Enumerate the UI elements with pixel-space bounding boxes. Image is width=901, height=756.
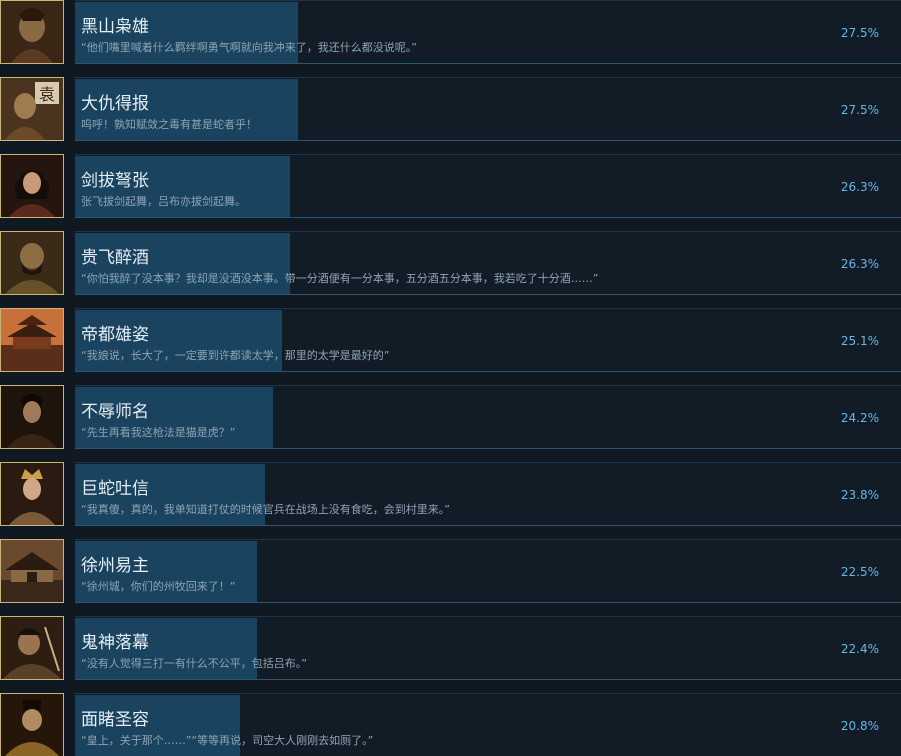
achievement-bar: 大仇得报 呜呼！孰知赋敛之毒有甚是蛇者乎！ 27.5%	[75, 77, 901, 141]
armored-general-portrait-icon: 袁	[0, 77, 64, 141]
unlock-percent: 20.8%	[840, 719, 879, 733]
achievement-description: “我娘说，长大了，一定要到许都读太学，那里的太学是最好的”	[81, 349, 390, 362]
unlock-percent: 25.1%	[840, 334, 879, 348]
achievement-description: “徐州城，你们的州牧回来了！”	[81, 580, 236, 593]
achievement-title: 黑山枭雄	[81, 17, 149, 37]
achievement-row[interactable]: 帝都雄姿 “我娘说，长大了，一定要到许都读太学，那里的太学是最好的” 25.1%	[0, 308, 901, 374]
robed-minister-portrait-icon	[0, 693, 64, 756]
lady-portrait-icon	[0, 154, 64, 218]
achievement-bar: 帝都雄姿 “我娘说，长大了，一定要到许都读太学，那里的太学是最好的” 25.1%	[75, 308, 901, 372]
achievement-description: “你怕我醉了没本事？我却是没酒没本事。带一分酒便有一分本事，五分酒五分本事，我若…	[81, 272, 599, 285]
city-fortress-icon	[0, 539, 64, 603]
achievement-title: 面睹圣容	[81, 710, 149, 730]
achievement-title: 贵飞醉酒	[81, 248, 149, 268]
unlock-percent: 27.5%	[840, 26, 879, 40]
svg-text:袁: 袁	[39, 85, 55, 104]
achievement-description: “没有人觉得三打一有什么不公平，包括吕布。”	[81, 657, 307, 670]
unlock-percent: 26.3%	[840, 180, 879, 194]
achievement-bar: 黑山枭雄 “他们嘴里喊着什么羁绊啊勇气啊就向我冲来了，我还什么都没说呢。” 27…	[75, 0, 901, 64]
achievement-row[interactable]: 徐州易主 “徐州城，你们的州牧回来了！” 22.5%	[0, 539, 901, 605]
crowned-lady-portrait-icon	[0, 462, 64, 526]
achievement-description: “皇上，关于那个……”“等等再说，司空大人刚刚去如厕了。”	[81, 734, 374, 747]
achievement-title: 徐州易主	[81, 556, 149, 576]
achievement-description: 呜呼！孰知赋敛之毒有甚是蛇者乎！	[81, 118, 257, 131]
achievement-row[interactable]: 鬼神落幕 “没有人觉得三打一有什么不公平，包括吕布。” 22.4%	[0, 616, 901, 682]
fallen-warlord-portrait-icon	[0, 616, 64, 680]
achievement-row[interactable]: 不辱师名 “先生再看我这枪法是猫是虎？” 24.2%	[0, 385, 901, 451]
warlord-portrait-icon	[0, 0, 64, 64]
young-warrior-portrait-icon	[0, 385, 64, 449]
bearded-warrior-portrait-icon	[0, 231, 64, 295]
unlock-percent: 26.3%	[840, 257, 879, 271]
achievement-bar: 鬼神落幕 “没有人觉得三打一有什么不公平，包括吕布。” 22.4%	[75, 616, 901, 680]
achievement-title: 鬼神落幕	[81, 633, 149, 653]
achievement-description: “先生再看我这枪法是猫是虎？”	[81, 426, 236, 439]
achievement-title: 不辱师名	[81, 402, 149, 422]
achievement-bar: 面睹圣容 “皇上，关于那个……”“等等再说，司空大人刚刚去如厕了。” 20.8%	[75, 693, 901, 756]
achievement-description: “他们嘴里喊着什么羁绊啊勇气啊就向我冲来了，我还什么都没说呢。”	[81, 41, 417, 54]
achievement-row[interactable]: 贵飞醉酒 “你怕我醉了没本事？我却是没酒没本事。带一分酒便有一分本事，五分酒五分…	[0, 231, 901, 297]
unlock-percent: 27.5%	[840, 103, 879, 117]
unlock-percent: 24.2%	[840, 411, 879, 425]
achievement-title: 帝都雄姿	[81, 325, 149, 345]
achievement-bar: 贵飞醉酒 “你怕我醉了没本事？我却是没酒没本事。带一分酒便有一分本事，五分酒五分…	[75, 231, 901, 295]
achievement-bar: 巨蛇吐信 “我真傻，真的，我单知道打仗的时候官兵在战场上没有食吃，会到村里来。”…	[75, 462, 901, 526]
achievement-description: “我真傻，真的，我单知道打仗的时候官兵在战场上没有食吃，会到村里来。”	[81, 503, 450, 516]
achievement-bar: 剑拔弩张 张飞拔剑起舞，吕布亦拔剑起舞。 26.3%	[75, 154, 901, 218]
achievement-title: 巨蛇吐信	[81, 479, 149, 499]
achievement-list: 黑山枭雄 “他们嘴里喊着什么羁绊啊勇气啊就向我冲来了，我还什么都没说呢。” 27…	[0, 0, 901, 756]
unlock-percent: 22.4%	[840, 642, 879, 656]
unlock-percent: 23.8%	[840, 488, 879, 502]
unlock-percent: 22.5%	[840, 565, 879, 579]
achievement-row[interactable]: 剑拔弩张 张飞拔剑起舞，吕布亦拔剑起舞。 26.3%	[0, 154, 901, 220]
achievement-bar: 不辱师名 “先生再看我这枪法是猫是虎？” 24.2%	[75, 385, 901, 449]
achievement-title: 剑拔弩张	[81, 171, 149, 191]
achievement-row[interactable]: 袁 大仇得报 呜呼！孰知赋敛之毒有甚是蛇者乎！ 27.5%	[0, 77, 901, 143]
achievement-row[interactable]: 黑山枭雄 “他们嘴里喊着什么羁绊啊勇气啊就向我冲来了，我还什么都没说呢。” 27…	[0, 0, 901, 66]
achievement-row[interactable]: 巨蛇吐信 “我真傻，真的，我单知道打仗的时候官兵在战场上没有食吃，会到村里来。”…	[0, 462, 901, 528]
achievement-title: 大仇得报	[81, 94, 149, 114]
achievement-description: 张飞拔剑起舞，吕布亦拔剑起舞。	[81, 195, 246, 208]
imperial-palace-icon	[0, 308, 64, 372]
achievement-bar: 徐州易主 “徐州城，你们的州牧回来了！” 22.5%	[75, 539, 901, 603]
achievement-row[interactable]: 面睹圣容 “皇上，关于那个……”“等等再说，司空大人刚刚去如厕了。” 20.8%	[0, 693, 901, 756]
